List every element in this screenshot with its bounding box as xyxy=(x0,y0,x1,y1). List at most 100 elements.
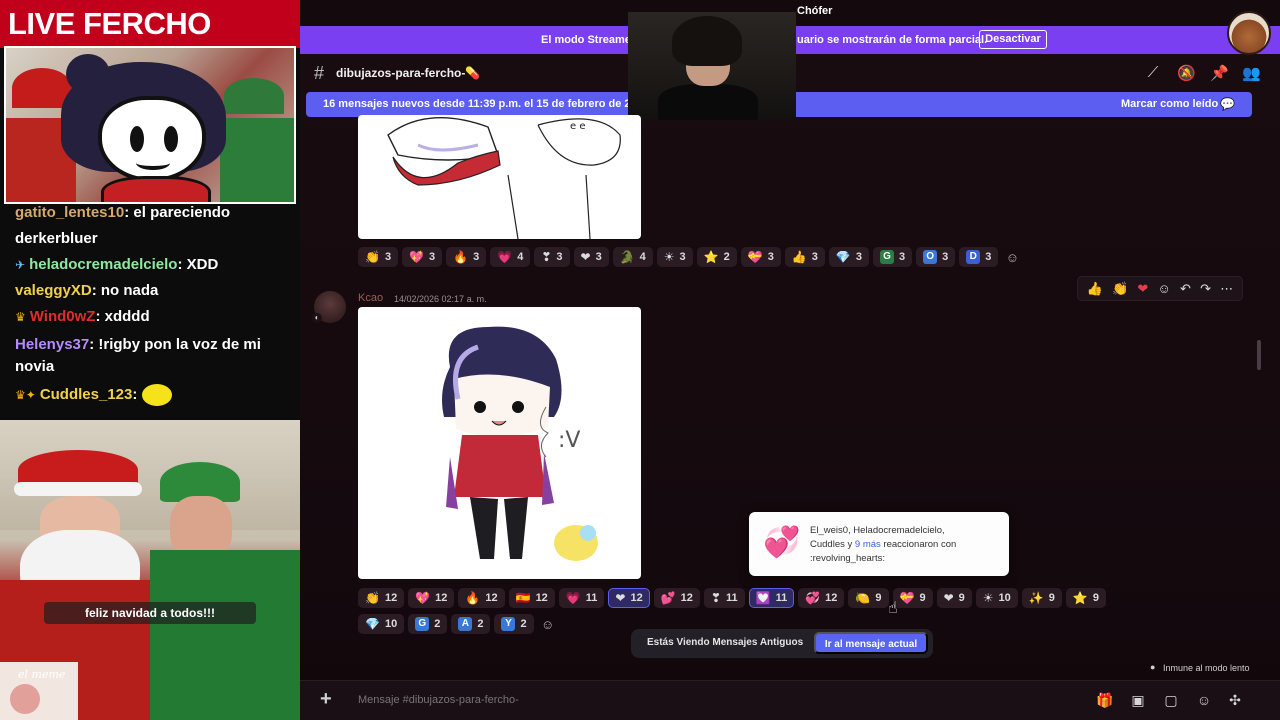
reaction-emoji-icon: ❤ xyxy=(943,591,954,605)
channel-name: dibujazos-para-fercho-💊 xyxy=(336,66,481,80)
reaction-emoji-icon: ☀ xyxy=(982,591,994,605)
clap-quick-icon[interactable]: 👏 xyxy=(1112,281,1128,297)
members-icon[interactable]: 👥 xyxy=(1242,64,1261,82)
reaction-pill[interactable]: 💖 12 xyxy=(408,588,455,608)
chat-username: valeggyXD xyxy=(15,282,92,299)
letter-emoji-icon: O xyxy=(923,250,938,264)
reaction-pill[interactable]: 💗 4 xyxy=(490,247,531,267)
add-reaction-icon[interactable]: ☺ xyxy=(1158,281,1171,296)
crown-badge-icon: ♛✦ xyxy=(15,388,36,402)
drawing-image[interactable]: :V xyxy=(358,307,641,579)
reaction-pill[interactable]: 🇪🇸 12 xyxy=(508,588,555,608)
reaction-pill[interactable]: 🍋 9 xyxy=(848,588,889,608)
reaction-pill[interactable]: 💗 11 xyxy=(558,588,605,608)
gift-icon[interactable]: 🎁 xyxy=(1096,692,1114,709)
scrollbar[interactable] xyxy=(1257,340,1261,370)
reaction-count: 3 xyxy=(595,251,602,263)
attach-plus-icon[interactable]: + xyxy=(320,688,332,711)
letter-emoji-icon: G xyxy=(415,617,430,631)
reaction-pill[interactable]: 👏 3 xyxy=(358,247,399,267)
reaction-count: 3 xyxy=(985,251,992,263)
reaction-emoji-icon: 💎 xyxy=(835,250,851,264)
letter-emoji-icon: G xyxy=(879,250,894,264)
reaction-pill[interactable]: 💎 3 xyxy=(828,247,869,267)
heart-quick-icon[interactable]: ❤ xyxy=(1137,281,1148,297)
reaction-count: 9 xyxy=(1092,592,1099,604)
reaction-emoji-icon: ✨ xyxy=(1028,591,1044,605)
message-input[interactable] xyxy=(358,694,858,706)
chat-username: Cuddles_123 xyxy=(39,386,133,403)
reaction-count: 9 xyxy=(919,592,926,604)
user-avatar[interactable] xyxy=(1227,11,1271,55)
more-options-icon[interactable]: ⋯ xyxy=(1220,281,1233,297)
forward-icon[interactable]: ↷ xyxy=(1200,281,1211,297)
reply-icon[interactable]: ↶ xyxy=(1180,281,1191,297)
apps-icon[interactable]: ✣ xyxy=(1226,692,1244,709)
reaction-pill[interactable]: ☀ 10 xyxy=(975,588,1018,608)
mark-as-read-button[interactable]: Marcar como leído xyxy=(1121,98,1218,110)
reaction-pill[interactable]: ❣ 3 xyxy=(534,247,570,267)
reaction-emoji-icon: 🔥 xyxy=(453,250,469,264)
reaction-count: 12 xyxy=(680,592,693,604)
reaction-pill[interactable]: Y2 xyxy=(494,614,534,634)
chat-username: Helenys37 xyxy=(15,336,90,353)
reaction-emoji-icon: 🐊 xyxy=(619,250,635,264)
pin-icon[interactable]: 📌 xyxy=(1210,64,1229,82)
crown-badge-icon: ♛ xyxy=(15,310,26,324)
reaction-pill[interactable]: 💕 12 xyxy=(653,588,700,608)
reaction-pill[interactable]: ❤ 12 xyxy=(608,588,650,608)
reaction-pill[interactable]: 👏 12 xyxy=(358,588,405,608)
reaction-count: 3 xyxy=(473,251,480,263)
reaction-pill[interactable]: 🔥 12 xyxy=(458,588,505,608)
reaction-pill[interactable]: 💞 12 xyxy=(798,588,845,608)
reactions-row: 👏 3 💖 3 🔥 3 💗 4 ❣ 3 ❤ 3 🐊 4 ☀ 3 ⭐ 2 💝 3 👍 3 💎 3 G 3 O 3 D 3 ☺ xyxy=(358,247,1022,267)
gif-icon[interactable]: ▣ xyxy=(1129,692,1147,709)
reaction-emoji-icon: 💝 xyxy=(899,591,915,605)
thumbs-up-quick-icon[interactable]: 👍 xyxy=(1087,281,1103,297)
reaction-pill[interactable]: 🐊 4 xyxy=(612,247,653,267)
reaction-pill[interactable]: 💖 3 xyxy=(402,247,443,267)
reaction-pill[interactable]: 💟 11 xyxy=(748,588,795,608)
sticker-icon[interactable]: ▢ xyxy=(1162,692,1180,709)
reaction-pill[interactable]: ❤ 3 xyxy=(573,247,609,267)
add-reaction-icon[interactable]: ☺ xyxy=(538,614,558,634)
reaction-pill[interactable]: ⭐ 2 xyxy=(696,247,737,267)
mute-bell-icon[interactable]: 🔕 xyxy=(1177,64,1196,82)
mouse-cursor-icon: ☝ xyxy=(888,600,898,617)
deactivate-button[interactable]: Desactivar xyxy=(979,30,1047,49)
reaction-pill[interactable]: ❣ 11 xyxy=(703,588,745,608)
reaction-emoji-icon: 💗 xyxy=(565,591,581,605)
reaction-emoji-icon: 💕 xyxy=(660,591,676,605)
chat-line: gatito_lentes10: el pareciendo xyxy=(15,204,231,221)
reaction-count: 11 xyxy=(775,592,788,604)
reaction-pill[interactable]: ☀ 3 xyxy=(656,247,693,267)
reaction-pill[interactable]: ❤ 9 xyxy=(936,588,972,608)
reaction-count: 3 xyxy=(429,251,436,263)
letter-emoji-icon: Y xyxy=(501,617,516,631)
reaction-pill[interactable]: 💝 9 xyxy=(892,588,933,608)
reaction-count: 3 xyxy=(767,251,774,263)
threads-icon[interactable]: ⟋ xyxy=(1144,64,1162,81)
reaction-count: 4 xyxy=(517,251,524,263)
streamer-mode-text-cont: uario se mostrarán de forma parcial. xyxy=(797,34,988,46)
reaction-pill[interactable]: 💎 10 xyxy=(358,614,405,634)
reaction-emoji-icon: ☀ xyxy=(663,250,675,264)
reaction-pill[interactable]: O3 xyxy=(916,247,956,267)
reaction-pill[interactable]: G3 xyxy=(872,247,913,267)
reaction-pill[interactable]: ✨ 9 xyxy=(1021,588,1062,608)
reaction-pill[interactable]: 💝 3 xyxy=(740,247,781,267)
chat-message: XDD xyxy=(186,256,219,273)
reaction-pill[interactable]: D3 xyxy=(959,247,999,267)
reaction-pill[interactable]: A2 xyxy=(451,614,491,634)
drawing-image[interactable]: e e xyxy=(358,115,641,239)
reaction-pill[interactable]: G2 xyxy=(408,614,448,634)
letter-emoji-icon: A xyxy=(458,617,473,631)
add-reaction-icon[interactable]: ☺ xyxy=(1002,247,1022,267)
message-author[interactable]: Kcao xyxy=(358,292,383,304)
reaction-pill[interactable]: 🔥 3 xyxy=(446,247,487,267)
emoji-icon[interactable]: ☺ xyxy=(1195,692,1213,708)
reaction-pill[interactable]: 👍 3 xyxy=(784,247,825,267)
more-users-link[interactable]: 9 más xyxy=(855,539,881,550)
reaction-pill[interactable]: ⭐ 9 xyxy=(1065,588,1106,608)
jump-to-present-button[interactable]: Ir al mensaje actual xyxy=(814,632,928,654)
